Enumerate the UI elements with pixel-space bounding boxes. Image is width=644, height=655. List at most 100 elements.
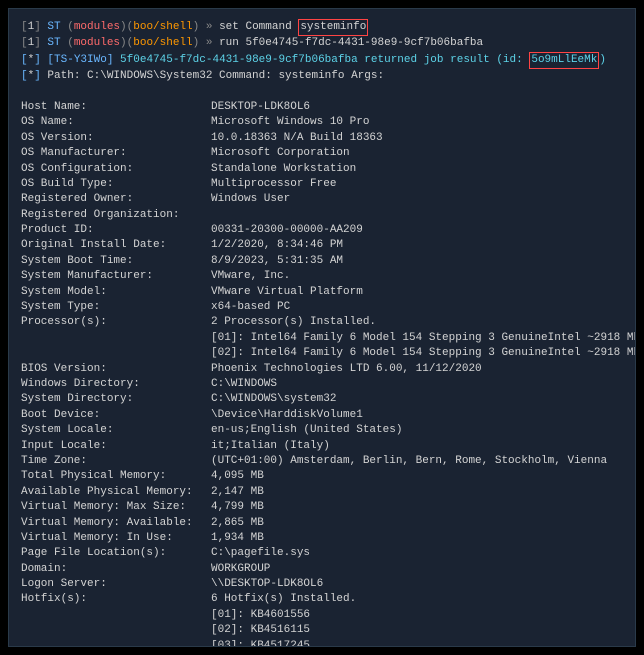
- result-line: [*] [TS-Y3IWo] 5f0e4745-f7dc-4431-98e9-9…: [21, 52, 623, 69]
- info-value: 4,095 MB: [211, 469, 264, 484]
- info-key: Virtual Memory: Available:: [21, 516, 211, 531]
- info-row: Input Locale:it;Italian (Italy): [21, 439, 623, 454]
- info-key: Input Locale:: [21, 439, 211, 454]
- info-value: C:\WINDOWS\system32: [211, 392, 336, 407]
- info-row: System Boot Time:8/9/2023, 5:31:35 AM: [21, 254, 623, 269]
- info-value: Standalone Workstation: [211, 162, 356, 177]
- info-value: Multiprocessor Free: [211, 177, 336, 192]
- info-key: Windows Directory:: [21, 377, 211, 392]
- info-row: OS Build Type:Multiprocessor Free: [21, 177, 623, 192]
- info-row: System Type:x64-based PC: [21, 300, 623, 315]
- info-key: Domain:: [21, 562, 211, 577]
- info-key: System Directory:: [21, 392, 211, 407]
- info-value: 1,934 MB: [211, 531, 264, 546]
- info-row: Registered Organization:: [21, 208, 623, 223]
- info-row: Product ID:00331-20300-00000-AA209: [21, 223, 623, 238]
- info-row: Total Physical Memory:4,095 MB: [21, 469, 623, 484]
- info-value: Microsoft Corporation: [211, 146, 350, 161]
- info-key: Logon Server:: [21, 577, 211, 592]
- info-row: Domain:WORKGROUP: [21, 562, 623, 577]
- info-value: WORKGROUP: [211, 562, 270, 577]
- highlighted-job-id: 5o9mLlEeMk: [529, 52, 599, 69]
- info-key: Host Name:: [21, 100, 211, 115]
- info-key: System Locale:: [21, 423, 211, 438]
- info-key: Registered Organization:: [21, 208, 211, 223]
- info-value: 8/9/2023, 5:31:35 AM: [211, 254, 343, 269]
- info-value: VMware, Inc.: [211, 269, 290, 284]
- info-sub-value: [02]: KB4516115: [21, 623, 623, 638]
- info-value: 2,865 MB: [211, 516, 264, 531]
- info-row: Windows Directory:C:\WINDOWS: [21, 377, 623, 392]
- terminal-window[interactable]: [1] ST (modules)(boo/shell) » set Comman…: [8, 8, 636, 647]
- info-value: it;Italian (Italy): [211, 439, 330, 454]
- info-value: VMware Virtual Platform: [211, 285, 363, 300]
- info-key: Virtual Memory: Max Size:: [21, 500, 211, 515]
- info-row: Original Install Date:1/2/2020, 8:34:46 …: [21, 238, 623, 253]
- info-sub-value: [02]: Intel64 Family 6 Model 154 Steppin…: [21, 346, 623, 361]
- info-row: Available Physical Memory:2,147 MB: [21, 485, 623, 500]
- info-key: Time Zone:: [21, 454, 211, 469]
- info-row: Logon Server:\\DESKTOP-LDK8OL6: [21, 577, 623, 592]
- info-key: System Boot Time:: [21, 254, 211, 269]
- command-line-1: [1] ST (modules)(boo/shell) » set Comman…: [21, 19, 623, 36]
- info-key: Original Install Date:: [21, 238, 211, 253]
- info-value: en-us;English (United States): [211, 423, 402, 438]
- info-value: x64-based PC: [211, 300, 290, 315]
- info-value: 1/2/2020, 8:34:46 PM: [211, 238, 343, 253]
- info-value: Windows User: [211, 192, 290, 207]
- info-row: Boot Device:\Device\HarddiskVolume1: [21, 408, 623, 423]
- info-value: 4,799 MB: [211, 500, 264, 515]
- info-value: 6 Hotfix(s) Installed.: [211, 592, 356, 607]
- info-row: System Directory:C:\WINDOWS\system32: [21, 392, 623, 407]
- info-row: OS Version:10.0.18363 N/A Build 18363: [21, 131, 623, 146]
- info-key: Hotfix(s):: [21, 592, 211, 607]
- info-row: System Manufacturer:VMware, Inc.: [21, 269, 623, 284]
- info-value: 2,147 MB: [211, 485, 264, 500]
- info-value: DESKTOP-LDK8OL6: [211, 100, 310, 115]
- info-row: Time Zone:(UTC+01:00) Amsterdam, Berlin,…: [21, 454, 623, 469]
- info-key: Available Physical Memory:: [21, 485, 211, 500]
- info-row: Host Name:DESKTOP-LDK8OL6: [21, 100, 623, 115]
- info-value: 10.0.18363 N/A Build 18363: [211, 131, 383, 146]
- blank-line: [21, 85, 623, 100]
- info-key: Virtual Memory: In Use:: [21, 531, 211, 546]
- info-key: System Manufacturer:: [21, 269, 211, 284]
- path-line: [*] Path: C:\WINDOWS\System32 Command: s…: [21, 69, 623, 84]
- info-key: Boot Device:: [21, 408, 211, 423]
- info-row: System Locale:en-us;English (United Stat…: [21, 423, 623, 438]
- info-key: OS Build Type:: [21, 177, 211, 192]
- info-key: System Model:: [21, 285, 211, 300]
- info-row: Page File Location(s):C:\pagefile.sys: [21, 546, 623, 561]
- command-line-2: [1] ST (modules)(boo/shell) » run 5f0e47…: [21, 36, 623, 51]
- info-row: BIOS Version:Phoenix Technologies LTD 6.…: [21, 362, 623, 377]
- info-row: Virtual Memory: Max Size:4,799 MB: [21, 500, 623, 515]
- info-value: 00331-20300-00000-AA209: [211, 223, 363, 238]
- info-value: C:\pagefile.sys: [211, 546, 310, 561]
- info-row: System Model:VMware Virtual Platform: [21, 285, 623, 300]
- info-row: Virtual Memory: In Use:1,934 MB: [21, 531, 623, 546]
- info-key: OS Version:: [21, 131, 211, 146]
- info-row: Virtual Memory: Available:2,865 MB: [21, 516, 623, 531]
- info-key: Product ID:: [21, 223, 211, 238]
- info-sub-value: [01]: KB4601556: [21, 608, 623, 623]
- systeminfo-output: Host Name:DESKTOP-LDK8OL6OS Name:Microso…: [21, 100, 623, 647]
- info-row: Processor(s):2 Processor(s) Installed.: [21, 315, 623, 330]
- info-key: Processor(s):: [21, 315, 211, 330]
- info-value: \Device\HarddiskVolume1: [211, 408, 363, 423]
- info-sub-value: [03]: KB4517245: [21, 639, 623, 647]
- info-value: Phoenix Technologies LTD 6.00, 11/12/202…: [211, 362, 482, 377]
- highlighted-command: systeminfo: [298, 19, 368, 36]
- info-row: Hotfix(s):6 Hotfix(s) Installed.: [21, 592, 623, 607]
- info-key: System Type:: [21, 300, 211, 315]
- info-key: OS Manufacturer:: [21, 146, 211, 161]
- info-key: OS Configuration:: [21, 162, 211, 177]
- info-sub-value: [01]: Intel64 Family 6 Model 154 Steppin…: [21, 331, 623, 346]
- info-key: OS Name:: [21, 115, 211, 130]
- info-value: Microsoft Windows 10 Pro: [211, 115, 369, 130]
- info-row: OS Name:Microsoft Windows 10 Pro: [21, 115, 623, 130]
- info-key: BIOS Version:: [21, 362, 211, 377]
- info-value: 2 Processor(s) Installed.: [211, 315, 376, 330]
- info-value: \\DESKTOP-LDK8OL6: [211, 577, 323, 592]
- info-key: Registered Owner:: [21, 192, 211, 207]
- info-value: C:\WINDOWS: [211, 377, 277, 392]
